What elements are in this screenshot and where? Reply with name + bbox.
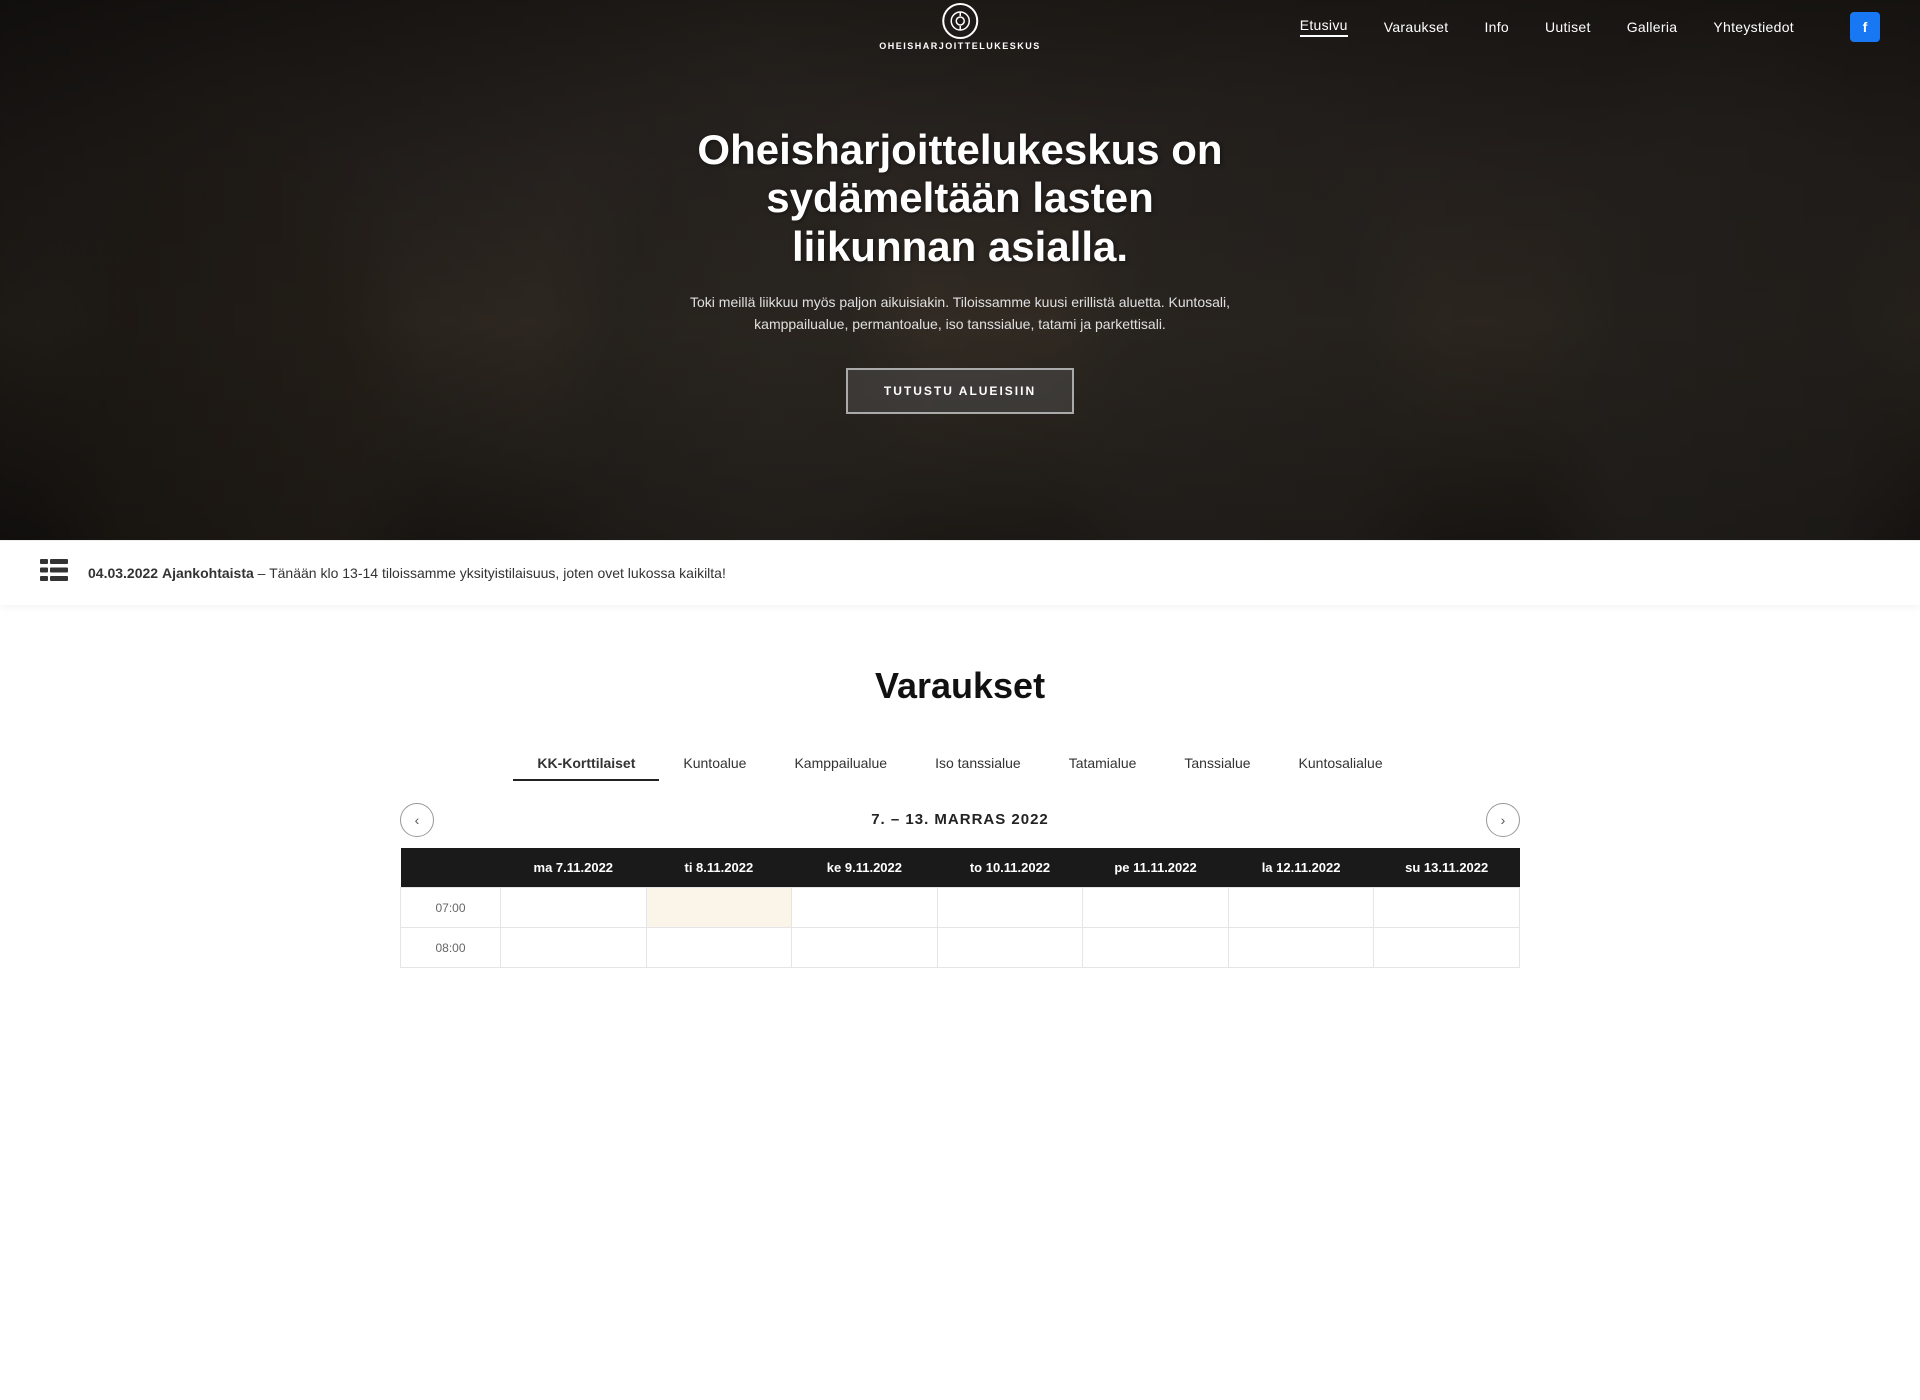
calendar-cell[interactable]	[792, 928, 938, 968]
logo-text: OHEISHARJOITTELUKESKUS	[879, 41, 1041, 51]
time-label: 07:00	[401, 888, 501, 928]
calendar-cell[interactable]	[937, 928, 1083, 968]
calendar-header-row: ma 7.11.2022 ti 8.11.2022 ke 9.11.2022 t…	[401, 848, 1520, 888]
time-label: 08:00	[401, 928, 501, 968]
calendar-navigation: ‹ 7. – 13. MARRAS 2022 ›	[400, 811, 1520, 828]
cal-header-day-5: pe 11.11.2022	[1083, 848, 1229, 888]
calendar-row: 08:00	[401, 928, 1520, 968]
calendar-table-wrapper: ma 7.11.2022 ti 8.11.2022 ke 9.11.2022 t…	[400, 848, 1520, 968]
nav-uutiset[interactable]: Uutiset	[1545, 19, 1591, 35]
hero-section: Oheisharjoittelukeskus on sydämeltään la…	[0, 0, 1920, 540]
calendar-row: 07:00	[401, 888, 1520, 928]
nav-galleria[interactable]: Galleria	[1627, 19, 1678, 35]
calendar-cell[interactable]	[937, 888, 1083, 928]
nav-links: Etusivu Varaukset Info Uutiset Galleria …	[1300, 12, 1880, 42]
cal-header-empty	[401, 848, 501, 888]
hero-content: Oheisharjoittelukeskus on sydämeltään la…	[660, 126, 1260, 414]
tab-kuntoalue[interactable]: Kuntoalue	[659, 747, 770, 781]
tab-tatamialue[interactable]: Tatamialue	[1045, 747, 1161, 781]
ticker-category: Ajankohtaista	[162, 565, 254, 581]
hero-cta-button[interactable]: TUTUSTU ALUEISIIN	[846, 368, 1074, 414]
calendar-body: 07:0008:00	[401, 888, 1520, 968]
calendar-cell[interactable]	[1374, 888, 1520, 928]
nav-info[interactable]: Info	[1484, 19, 1509, 35]
cal-header-day-7: su 13.11.2022	[1374, 848, 1520, 888]
varaukset-tabs: KK-Korttilaiset Kuntoalue Kamppailualue …	[400, 747, 1520, 781]
nav-varaukset[interactable]: Varaukset	[1384, 19, 1449, 35]
tab-kuntosalialue[interactable]: Kuntosalialue	[1275, 747, 1407, 781]
cal-header-day-2: ti 8.11.2022	[646, 848, 792, 888]
calendar-cell[interactable]	[1228, 888, 1374, 928]
navbar: OHEISHARJOITTELUKESKUS Etusivu Varaukset…	[0, 0, 1920, 54]
cal-header-day-4: to 10.11.2022	[937, 848, 1083, 888]
tab-iso-tanssialue[interactable]: Iso tanssialue	[911, 747, 1045, 781]
ticker-text: 04.03.2022 Ajankohtaista – Tänään klo 13…	[88, 565, 726, 581]
calendar-cell[interactable]	[1228, 928, 1374, 968]
tab-kamppailualue[interactable]: Kamppailualue	[770, 747, 911, 781]
ticker-message: – Tänään klo 13-14 tiloissamme yksityist…	[258, 565, 726, 581]
nav-etusivu[interactable]: Etusivu	[1300, 17, 1348, 37]
calendar-cell[interactable]	[1083, 888, 1229, 928]
calendar-cell[interactable]	[501, 928, 647, 968]
tab-tanssialue[interactable]: Tanssialue	[1160, 747, 1274, 781]
ticker-icon	[40, 559, 68, 587]
hero-subtitle: Toki meillä liikkuu myös paljon aikuisia…	[680, 291, 1240, 336]
calendar-cell[interactable]	[1083, 928, 1229, 968]
calendar-cell[interactable]	[501, 888, 647, 928]
next-week-button[interactable]: ›	[1486, 803, 1520, 837]
cal-header-day-1: ma 7.11.2022	[501, 848, 647, 888]
calendar-week-label: 7. – 13. MARRAS 2022	[871, 811, 1049, 828]
logo-icon	[942, 3, 978, 39]
varaukset-title: Varaukset	[400, 665, 1520, 707]
hero-title: Oheisharjoittelukeskus on sydämeltään la…	[680, 126, 1240, 271]
calendar-cell[interactable]	[646, 888, 792, 928]
cal-header-day-6: la 12.11.2022	[1228, 848, 1374, 888]
prev-week-button[interactable]: ‹	[400, 803, 434, 837]
cal-header-day-3: ke 9.11.2022	[792, 848, 938, 888]
news-ticker: 04.03.2022 Ajankohtaista – Tänään klo 13…	[0, 540, 1920, 605]
tab-kk-korttilaiset[interactable]: KK-Korttilaiset	[513, 747, 659, 781]
site-logo[interactable]: OHEISHARJOITTELUKESKUS	[879, 3, 1041, 51]
nav-yhteystiedot[interactable]: Yhteystiedot	[1713, 19, 1794, 35]
varaukset-section: Varaukset KK-Korttilaiset Kuntoalue Kamp…	[360, 605, 1560, 1008]
calendar-table: ma 7.11.2022 ti 8.11.2022 ke 9.11.2022 t…	[400, 848, 1520, 968]
calendar-cell[interactable]	[1374, 928, 1520, 968]
calendar-cell[interactable]	[646, 928, 792, 968]
ticker-date: 04.03.2022	[88, 565, 158, 581]
calendar-cell[interactable]	[792, 888, 938, 928]
facebook-button[interactable]: f	[1850, 12, 1880, 42]
